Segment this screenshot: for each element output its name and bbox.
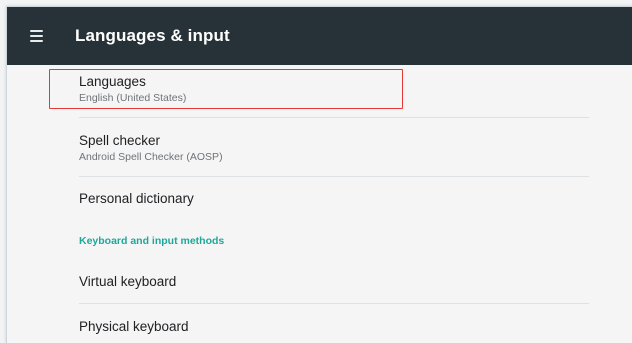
virtual-keyboard-title: Virtual keyboard <box>79 274 177 289</box>
spell-checker-summary: Android Spell Checker (AOSP) <box>79 151 223 163</box>
spell-checker-title: Spell checker <box>79 133 161 148</box>
page-title: Languages & input <box>75 26 230 45</box>
languages-item[interactable]: Languages English (United States) <box>79 74 589 105</box>
keyboard-category-header: Keyboard and input methods <box>79 235 225 247</box>
physical-keyboard-item[interactable]: Physical keyboard <box>79 319 589 335</box>
languages-summary: English (United States) <box>79 92 187 104</box>
hamburger-menu-icon[interactable] <box>30 25 52 47</box>
personal-dictionary-title: Personal dictionary <box>79 191 194 206</box>
divider <box>79 303 589 304</box>
divider <box>79 176 589 177</box>
physical-keyboard-title: Physical keyboard <box>79 319 189 334</box>
spell-checker-item[interactable]: Spell checker Android Spell Checker (AOS… <box>79 133 589 164</box>
languages-title: Languages <box>79 74 146 89</box>
divider <box>79 117 589 118</box>
app-bar: Languages & input <box>7 7 632 65</box>
personal-dictionary-item[interactable]: Personal dictionary <box>79 191 589 207</box>
virtual-keyboard-item[interactable]: Virtual keyboard <box>79 274 589 290</box>
settings-screen: Languages & input Languages English (Uni… <box>6 6 632 343</box>
